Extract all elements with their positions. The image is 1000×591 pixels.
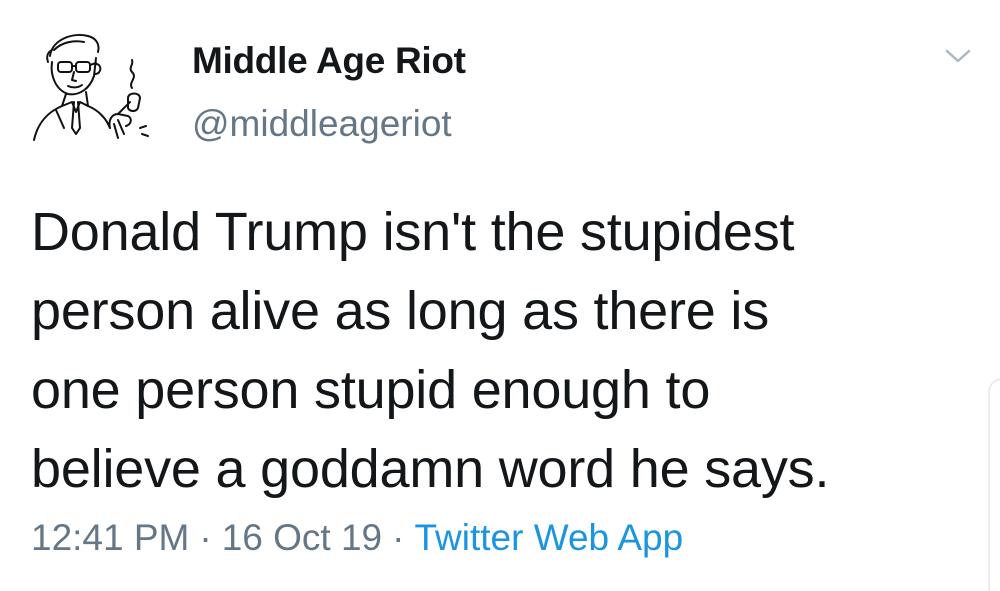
tweet-card: Middle Age Riot @middleageriot Donald Tr… [0,0,1000,591]
tweet-text-line: one person stupid enough to [31,360,711,420]
tweet-meta: 12:41 PM · 16 Oct 19 · Twitter Web App [31,517,683,559]
user-handle[interactable]: @middleageriot [192,103,452,145]
scrollbar-edge [988,378,1000,591]
tweet-text-line: person alive as long as there is [31,281,770,341]
tweet-source-link[interactable]: Twitter Web App [414,517,683,558]
display-name[interactable]: Middle Age Riot [192,40,466,82]
tweet-text-line: Donald Trump isn't the stupidest [31,202,795,262]
meta-separator: · [199,517,212,558]
man-smoking-pipe-sketch-icon [33,34,149,141]
tweet-text-line: believe a goddamn word he says. [31,439,830,499]
tweet-text: Donald Trump isn't the stupidest person … [31,193,971,509]
meta-separator: · [392,517,405,558]
avatar[interactable] [28,28,160,146]
tweet-menu-button[interactable] [941,44,975,68]
chevron-down-icon [945,49,971,63]
tweet-time[interactable]: 12:41 PM [31,517,189,558]
tweet-date[interactable]: 16 Oct 19 [222,517,382,558]
